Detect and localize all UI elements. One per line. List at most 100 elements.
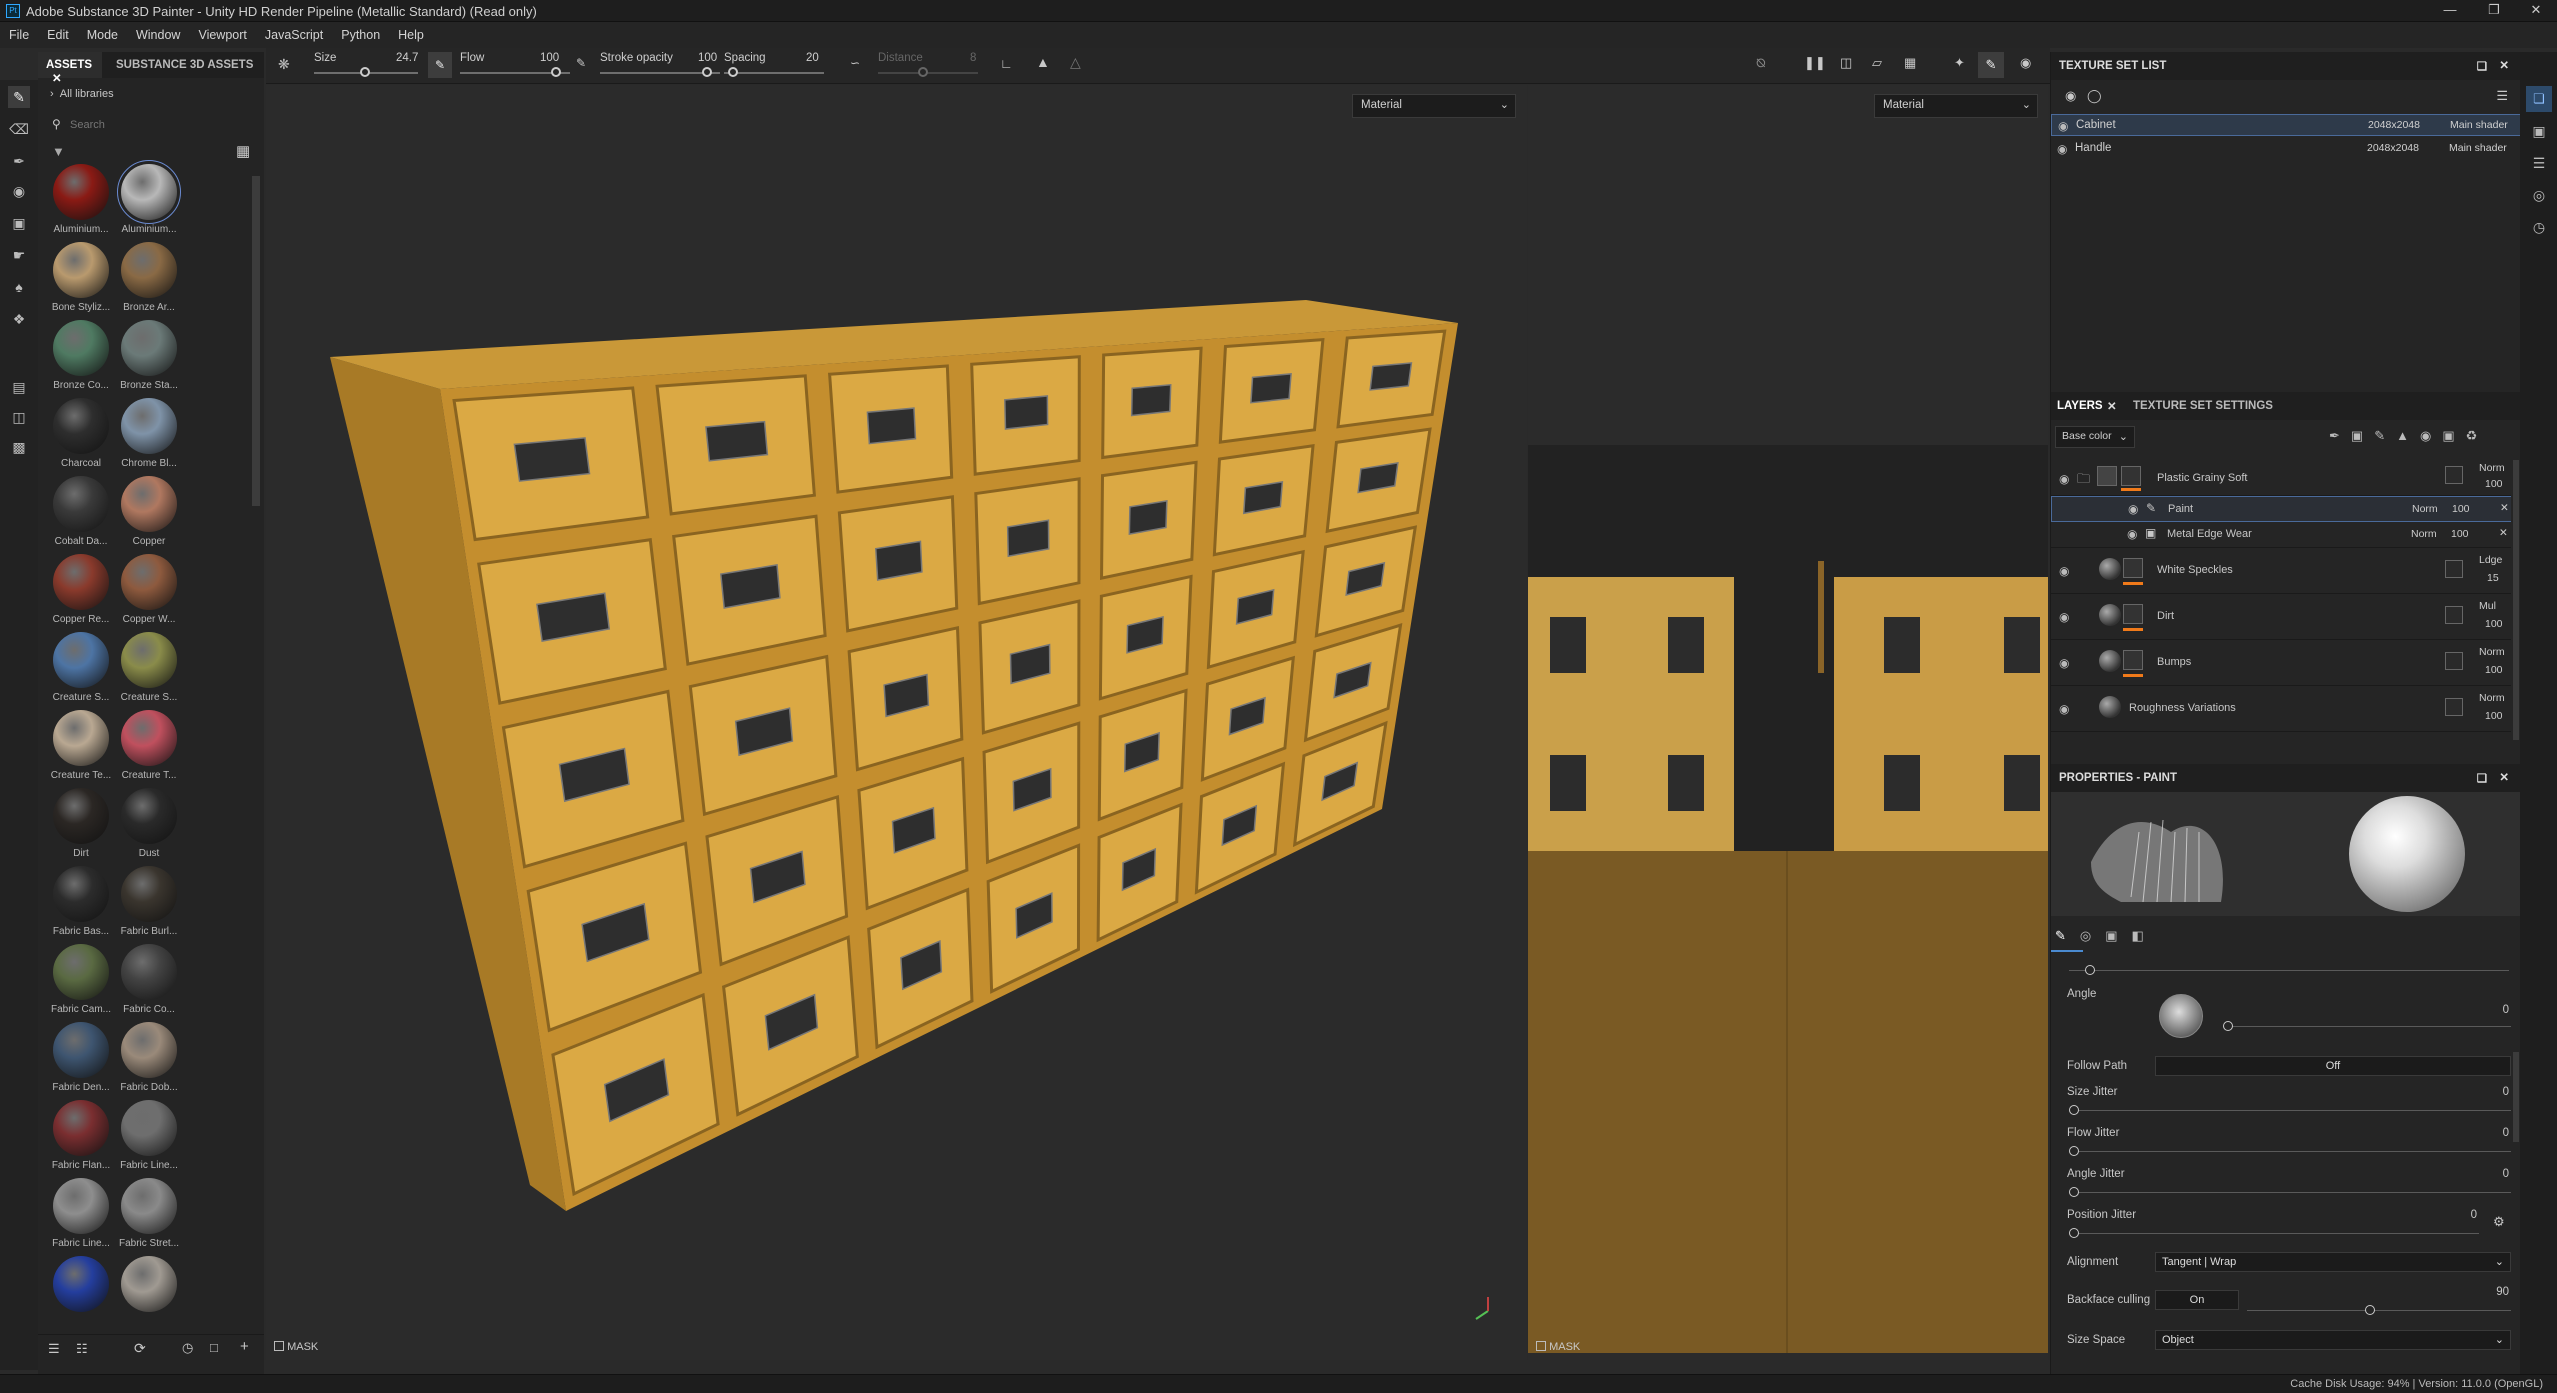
mirror-icon[interactable]: ▲ — [1036, 54, 1050, 70]
export-icon[interactable]: ◫ — [8, 406, 30, 428]
minimize-icon[interactable]: — — [2435, 2, 2465, 20]
position-jitter-value[interactable]: 0 — [2437, 1209, 2477, 1221]
size-jitter-knob[interactable] — [2069, 1105, 2079, 1115]
menu-javascript[interactable]: JavaScript — [256, 22, 332, 42]
viewport-3d[interactable]: Material ⌄ MASK — [266, 85, 1527, 1360]
pressure-flow-icon[interactable]: ✎ — [576, 56, 586, 70]
split-view-icon[interactable]: ◫ — [1840, 55, 1852, 71]
undock-icon[interactable]: ❏ — [2477, 771, 2487, 785]
size-jitter-slider[interactable] — [2075, 1110, 2511, 1111]
mask-toggle-2d[interactable]: MASK — [1536, 1341, 1580, 1353]
material-thumbnail[interactable] — [121, 710, 177, 766]
add-icon[interactable]: + — [240, 1338, 249, 1355]
material-thumbnail[interactable] — [121, 320, 177, 376]
shader-dock-icon[interactable]: ◎ — [2528, 184, 2550, 206]
filter-icon[interactable]: ▼ — [52, 144, 65, 159]
texture-set-eye-icon[interactable]: ◉ — [2065, 88, 2076, 104]
grid-view-icon[interactable]: ▦ — [236, 142, 250, 160]
viewport-2d-mode-dropdown[interactable]: Material ⌄ — [1874, 94, 2038, 118]
texture-set-cabinet[interactable]: ◉ Cabinet 2048x2048 Main shader — [2051, 114, 2521, 136]
eye-icon[interactable]: ◉ — [2059, 656, 2069, 670]
backface-angle-knob[interactable] — [2365, 1305, 2375, 1315]
remove-icon[interactable]: ✕ — [2500, 502, 2509, 514]
pause-icon[interactable]: ❚❚ — [1804, 55, 1826, 71]
flow-slider-knob[interactable] — [551, 67, 561, 77]
add-fill-layer-icon[interactable]: ▲ — [2396, 428, 2420, 443]
geometry-fill-icon[interactable]: ◉ — [8, 180, 30, 202]
remove-icon[interactable]: ✕ — [2499, 527, 2508, 539]
mask-tab-icon[interactable]: ▣ — [2105, 928, 2131, 943]
close-icon[interactable]: ✕ — [52, 73, 62, 85]
material-thumbnail[interactable] — [121, 1022, 177, 1078]
history-icon[interactable]: ◷ — [182, 1340, 193, 1356]
menu-help[interactable]: Help — [389, 22, 433, 42]
close-icon[interactable]: ✕ — [2499, 58, 2509, 72]
eye-icon[interactable]: ◉ — [2057, 142, 2067, 156]
layer-row-selected[interactable]: ◉ ✎ Paint Norm 100 ✕ — [2051, 496, 2511, 522]
gradient-tab-icon[interactable]: ◧ — [2132, 928, 2158, 943]
polygon-fill-icon[interactable]: ▣ — [8, 212, 30, 234]
eye-icon[interactable]: ◉ — [2059, 472, 2069, 486]
layer-row[interactable]: ◉ Roughness Variations Norm 100 — [2051, 686, 2511, 732]
lazy-mouse-icon[interactable]: ∽ — [850, 56, 860, 70]
layer-name[interactable]: Roughness Variations — [2129, 702, 2236, 714]
layer-name[interactable]: White Speckles — [2157, 564, 2233, 576]
material-thumbnail[interactable] — [53, 1022, 109, 1078]
angle-jitter-knob[interactable] — [2069, 1187, 2079, 1197]
flow-value[interactable]: 100 — [540, 52, 559, 64]
texture-set-dock-icon[interactable]: ❏ — [2526, 86, 2552, 112]
layer-opacity[interactable]: 100 — [2485, 478, 2503, 490]
material-thumbnail[interactable] — [53, 320, 109, 376]
material-thumbnail[interactable] — [53, 476, 109, 532]
collection-icon[interactable]: ☷ — [76, 1341, 88, 1357]
settings-icon[interactable]: ⚙ — [2493, 1214, 2505, 1230]
material-thumbnail[interactable] — [53, 1178, 109, 1234]
pressure-size-icon[interactable]: ✎ — [428, 52, 452, 78]
material-thumbnail[interactable] — [53, 242, 109, 298]
close-icon[interactable]: ✕ — [2499, 770, 2509, 784]
add-paint-layer-icon[interactable]: ✎ — [2374, 428, 2396, 443]
viewport-2d[interactable]: Material ⌄ MASK — [1528, 85, 2048, 1360]
material-thumbnail[interactable] — [121, 476, 177, 532]
layer-name[interactable]: Paint — [2168, 503, 2193, 515]
delete-icon[interactable]: ♻ — [2466, 428, 2489, 443]
paint-brush-icon[interactable]: ✎ — [8, 86, 30, 108]
object-icon[interactable]: ▱ — [1872, 55, 1882, 71]
layer-name[interactable]: Dirt — [2157, 610, 2174, 622]
mask-toggle-3d[interactable]: MASK — [274, 1341, 318, 1353]
spacing-value[interactable]: 20 — [806, 52, 819, 64]
spacing-slider-knob[interactable] — [728, 67, 738, 77]
layer-opacity[interactable]: 100 — [2485, 618, 2503, 630]
add-smart-material-icon[interactable]: ◉ — [2420, 428, 2442, 443]
material-thumbnail[interactable] — [121, 554, 177, 610]
list-icon[interactable]: ☰ — [48, 1341, 60, 1357]
layer-row[interactable]: ◉ ▣ Metal Edge Wear Norm 100 ✕ — [2051, 522, 2511, 548]
distance-slider-knob[interactable] — [918, 67, 928, 77]
undock-icon[interactable]: ❏ — [2477, 59, 2487, 73]
position-jitter-knob[interactable] — [2069, 1228, 2079, 1238]
material-thumbnail[interactable] — [117, 160, 181, 224]
layers-dock-icon[interactable]: ☰ — [2528, 152, 2550, 174]
projection-icon[interactable]: ✒ — [8, 150, 30, 172]
material-tab-icon[interactable]: ◎ — [2080, 928, 2105, 943]
camera-view-icon[interactable]: ▦ — [1904, 55, 1916, 71]
position-jitter-slider[interactable] — [2075, 1233, 2479, 1234]
channel-dropdown[interactable]: Base color ⌄ — [2055, 426, 2135, 448]
menu-file[interactable]: File — [0, 22, 38, 42]
angle-slider[interactable] — [2231, 1026, 2511, 1027]
document-icon[interactable]: ▩ — [8, 436, 30, 458]
eye-icon[interactable]: ◉ — [2058, 119, 2068, 133]
material-thumbnail[interactable] — [121, 788, 177, 844]
angle-jitter-slider[interactable] — [2075, 1192, 2511, 1193]
close-icon[interactable]: ✕ — [2107, 399, 2117, 413]
layer-row[interactable]: ◉ Dirt Mul 100 — [2051, 594, 2511, 640]
material-thumbnail[interactable] — [121, 866, 177, 922]
tab-layers[interactable]: LAYERS — [2057, 400, 2103, 412]
eraser-icon[interactable]: ⌫ — [8, 118, 30, 140]
hardness-knob[interactable] — [2085, 965, 2095, 975]
render-icon[interactable]: ✎ — [1978, 52, 2004, 78]
bake-icon[interactable]: ▤ — [8, 376, 30, 398]
menu-icon[interactable]: ☰ — [2496, 88, 2508, 104]
search-box[interactable]: ⚲ — [46, 114, 256, 136]
checkbox-icon[interactable] — [1536, 1341, 1546, 1351]
